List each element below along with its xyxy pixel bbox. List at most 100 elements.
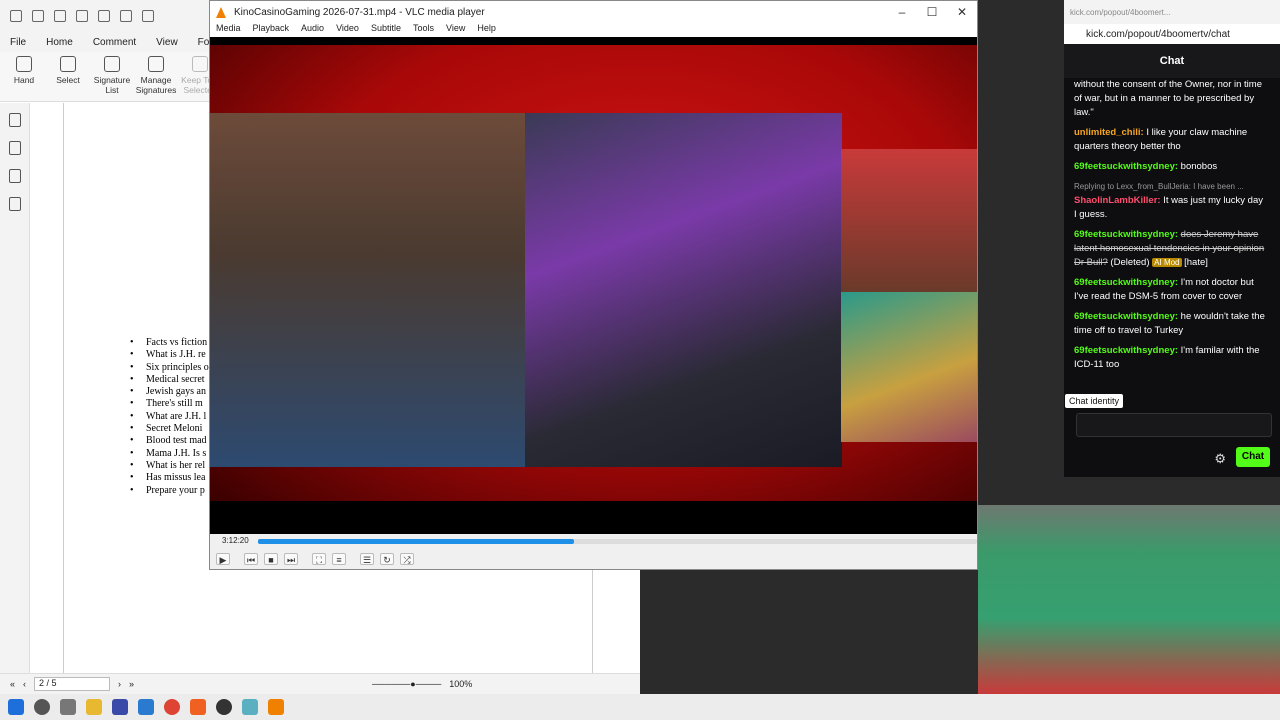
menu-tools[interactable]: Tools (407, 23, 440, 37)
next-page-icon[interactable]: › (118, 679, 121, 689)
seek-bar[interactable]: 3:12:20 (210, 534, 977, 548)
hand-button[interactable]: Hand (4, 52, 44, 100)
list-item: Secret Meloni (130, 423, 210, 435)
send-chat-button[interactable]: Chat (1236, 447, 1270, 467)
file-explorer-icon[interactable] (86, 699, 102, 715)
stop-icon[interactable]: ■ (264, 553, 278, 565)
tab-view[interactable]: View (146, 37, 188, 48)
select-button[interactable]: Select (48, 52, 88, 100)
tool-icon (104, 56, 120, 72)
menu-audio[interactable]: Audio (295, 23, 330, 37)
chrome-icon[interactable] (164, 699, 180, 715)
chat-message: 69feetsuckwithsydney: bonobos (1074, 160, 1266, 174)
zoom-slider[interactable]: ──────●──── (372, 679, 441, 689)
chat-username[interactable]: 69feetsuckwithsydney: (1074, 345, 1181, 356)
bookmark-icon[interactable] (8, 113, 21, 127)
tool-label: Hand (13, 75, 35, 85)
tool-label: Manage Signatures (135, 75, 177, 95)
tab-comment[interactable]: Comment (83, 37, 146, 48)
notepad-icon[interactable] (242, 699, 258, 715)
comment-icon[interactable] (8, 169, 21, 183)
vlc-taskbar-icon[interactable] (268, 699, 284, 715)
minimize-button[interactable]: – (887, 1, 917, 23)
first-page-icon[interactable]: « (10, 679, 15, 689)
chat-username[interactable]: ShaolinLambKiller: (1074, 195, 1163, 206)
tab-file[interactable]: File (0, 37, 36, 48)
start-icon[interactable] (8, 699, 24, 715)
undo-icon[interactable] (98, 10, 110, 22)
list-item: Has missus lea (130, 472, 210, 484)
attachment-icon[interactable] (8, 197, 21, 211)
elapsed-time: 3:12:20 (222, 536, 249, 545)
shuffle-icon[interactable]: ⤮ (400, 553, 414, 565)
video-panel-guest-3 (841, 292, 977, 442)
close-button[interactable]: ✕ (947, 1, 977, 23)
video-panel-guest (525, 113, 842, 467)
next-icon[interactable]: ⏭ (284, 553, 298, 565)
save-icon[interactable] (32, 10, 44, 22)
title-bar: KinoCasinoGaming 2026-07-31.mp4 - VLC me… (210, 1, 977, 23)
playlist-icon[interactable]: ☰ (360, 553, 374, 565)
search-icon[interactable] (34, 699, 50, 715)
tab-home[interactable]: Home (36, 37, 83, 48)
chat-message: 69feetsuckwithsydney: I'm not doctor but… (1074, 276, 1266, 304)
playback-controls: ▶ ⏮ ■ ⏭ ⛶ ≡ ☰ ↻ ⤮ (210, 548, 977, 570)
chat-username[interactable]: 69feetsuckwithsydney: (1074, 161, 1181, 172)
menu-view[interactable]: View (440, 23, 471, 37)
app-icon[interactable] (112, 699, 128, 715)
redo-icon[interactable] (120, 10, 132, 22)
pages-icon[interactable] (8, 141, 21, 155)
address-bar[interactable]: kick.com/popout/4boomertv/chat (1064, 24, 1280, 44)
chat-username[interactable]: 69feetsuckwithsydney: (1074, 311, 1181, 322)
video-panel-host (210, 113, 525, 467)
chat-input[interactable] (1076, 413, 1272, 437)
chat-username[interactable]: unlimited_chili: (1074, 127, 1146, 138)
chat-username[interactable]: 69feetsuckwithsydney: (1074, 229, 1181, 240)
last-page-icon[interactable]: » (129, 679, 134, 689)
window-title: KinoCasinoGaming 2026-07-31.mp4 - VLC me… (234, 6, 485, 18)
signature-list-button[interactable]: Signature List (92, 52, 132, 100)
gear-icon[interactable]: ⚙ (1214, 451, 1226, 467)
video-panel-guest-2 (841, 149, 977, 292)
maximize-button[interactable]: ☐ (917, 1, 947, 23)
menu-help[interactable]: Help (471, 23, 502, 37)
chat-username[interactable]: 69feetsuckwithsydney: (1074, 277, 1181, 288)
print-icon[interactable] (54, 10, 66, 22)
loop-icon[interactable]: ↻ (380, 553, 394, 565)
status-bar: « ‹ 2 / 5 › » ──────●──── 100% (0, 673, 640, 694)
list-item: Blood test mad (130, 435, 210, 447)
chat-message: Replying to Lexx_from_BullJeria: I have … (1074, 180, 1266, 222)
chat-message: without the consent of the Owner, nor in… (1074, 78, 1266, 120)
copy-icon[interactable] (76, 10, 88, 22)
zoom-level[interactable]: 100% (449, 679, 472, 689)
video-area[interactable] (210, 37, 977, 534)
pdf-app-icon[interactable] (190, 699, 206, 715)
hand-tool-icon[interactable] (142, 10, 154, 22)
chat-window-title: kick.com/popout/4boomert... (1064, 0, 1280, 24)
menu-playback[interactable]: Playback (247, 23, 296, 37)
menu-video[interactable]: Video (330, 23, 365, 37)
deleted-label: (Deleted) (1107, 257, 1153, 268)
vlc-window: KinoCasinoGaming 2026-07-31.mp4 - VLC me… (209, 0, 978, 570)
play-icon[interactable]: ▶ (216, 553, 230, 565)
chat-message: 69feetsuckwithsydney: he wouldn't take t… (1074, 310, 1266, 338)
menu-bar: Media Playback Audio Video Subtitle Tools View… (210, 23, 977, 37)
tool-label: Select (56, 75, 80, 85)
chat-message: 69feetsuckwithsydney: I'm familar with t… (1074, 344, 1266, 372)
open-icon[interactable] (10, 10, 22, 22)
tool-label: Signature List (93, 75, 131, 95)
obs-icon[interactable] (216, 699, 232, 715)
vscode-icon[interactable] (138, 699, 154, 715)
chat-header: Chat (1064, 44, 1280, 78)
prev-page-icon[interactable]: ‹ (23, 679, 26, 689)
seek-track[interactable] (258, 539, 977, 544)
extended-settings-icon[interactable]: ≡ (332, 553, 346, 565)
previous-icon[interactable]: ⏮ (244, 553, 258, 565)
menu-media[interactable]: Media (210, 23, 247, 37)
manage-signatures-button[interactable]: Manage Signatures (136, 52, 176, 100)
page-number-field[interactable]: 2 / 5 (34, 677, 111, 691)
menu-subtitle[interactable]: Subtitle (365, 23, 407, 37)
task-view-icon[interactable] (60, 699, 76, 715)
fullscreen-icon[interactable]: ⛶ (312, 553, 326, 565)
list-item: Prepare your p (130, 485, 210, 497)
